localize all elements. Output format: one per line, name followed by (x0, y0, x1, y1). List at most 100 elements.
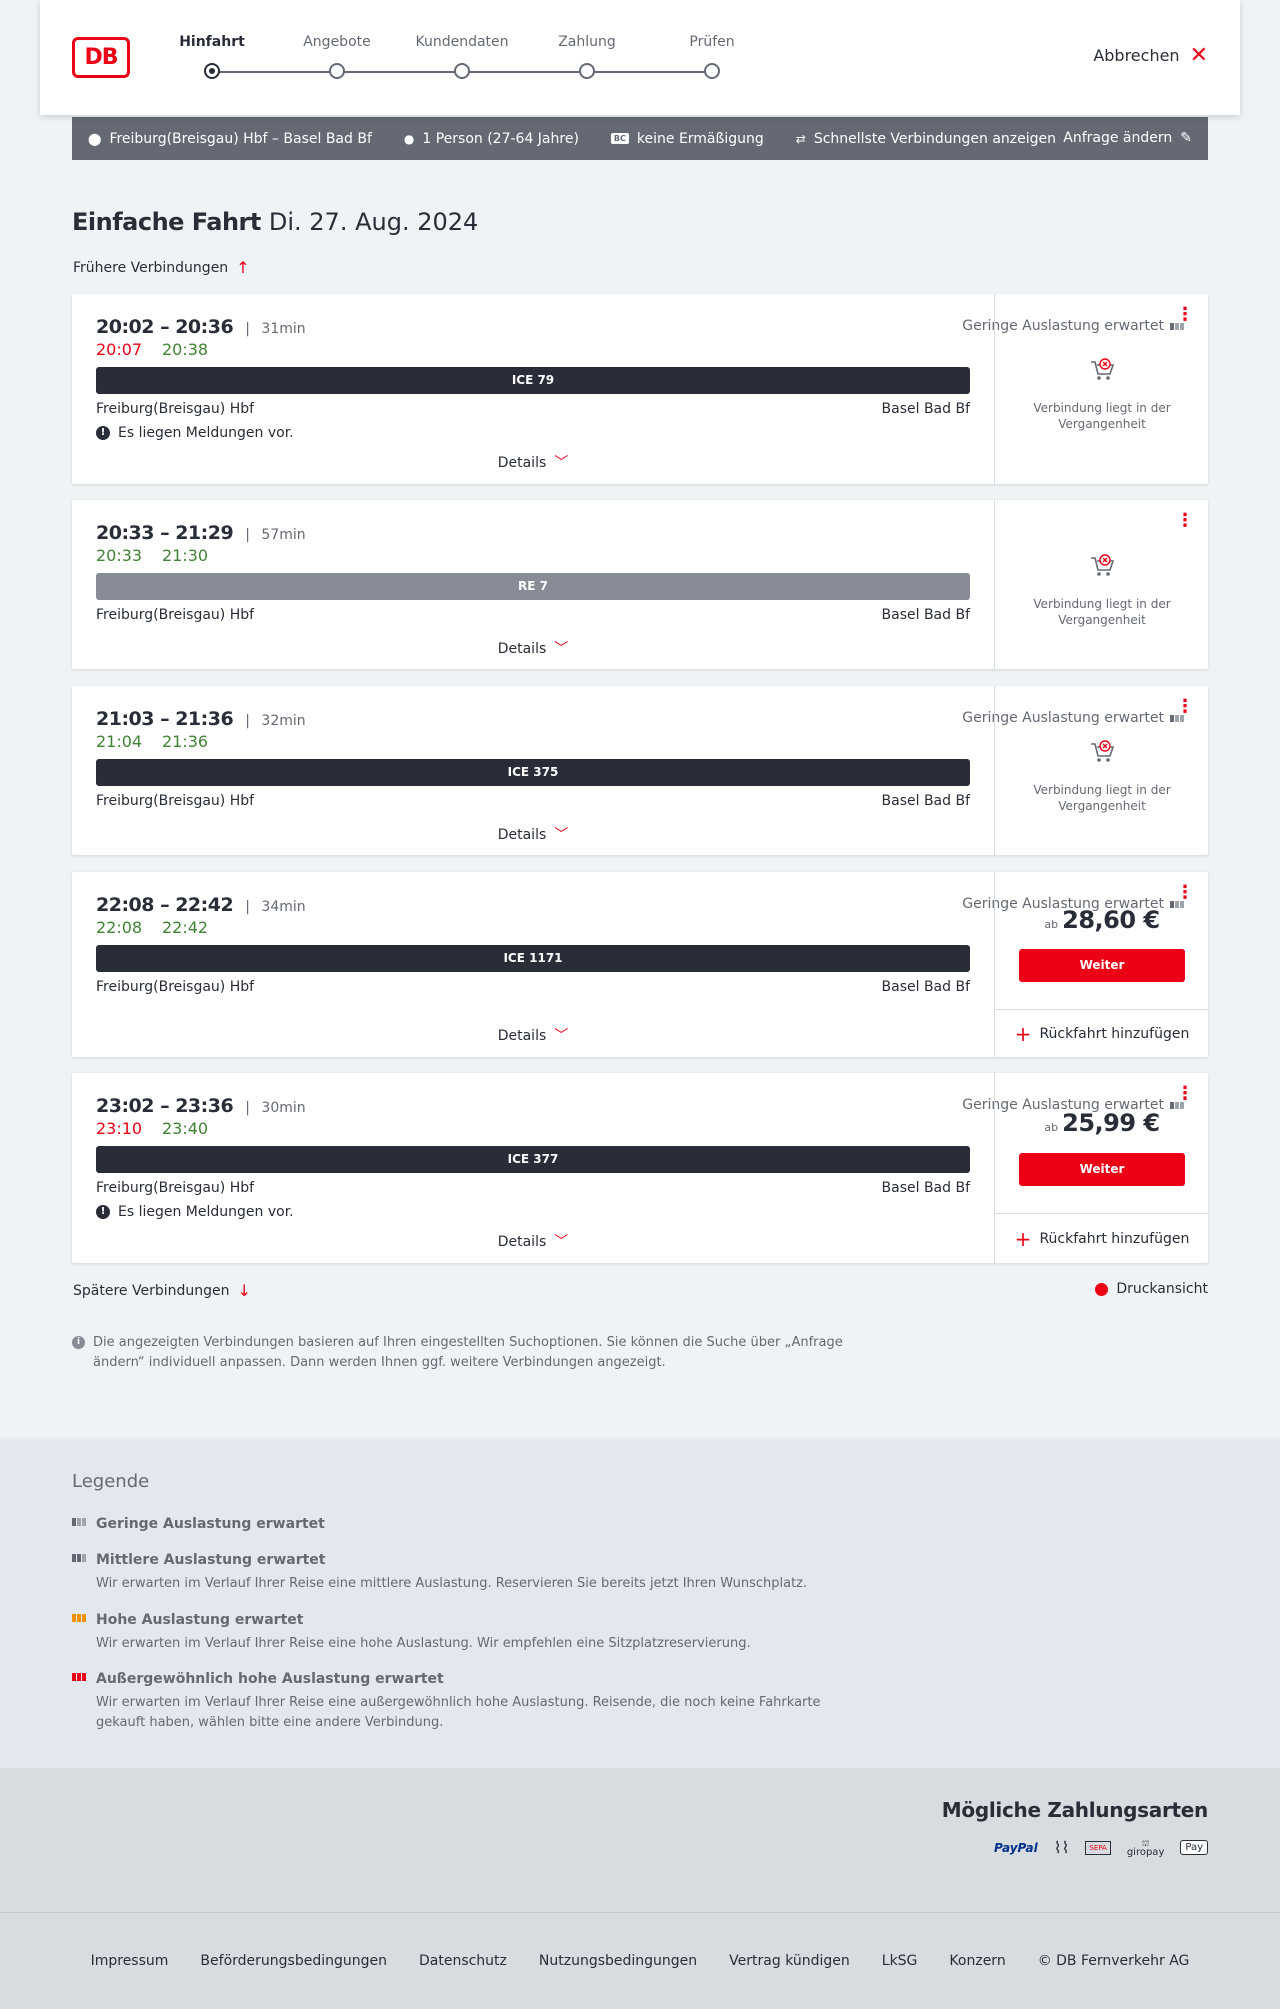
notice-text: Es liegen Meldungen vor. (118, 1204, 294, 1220)
change-query-button[interactable]: Anfrage ändern ✎ (1063, 130, 1192, 146)
more-options-icon[interactable]: ⋮ (1176, 512, 1194, 530)
add-return-label: Rückfahrt hinzufügen (1039, 1025, 1190, 1042)
more-options-icon[interactable]: ⋮ (1176, 698, 1194, 716)
train-bar: ICE 1171 (96, 945, 970, 972)
stations: Freiburg(Breisgau) Hbf Basel Bad Bf (96, 1180, 970, 1196)
occupancy-low-icon (72, 1518, 86, 1526)
footer-link-impressum[interactable]: Impressum (91, 1953, 169, 1969)
destination-station: Basel Bad Bf (881, 607, 970, 623)
train-bar: RE 7 (96, 573, 970, 600)
price-prefix: ab (1044, 1121, 1059, 1134)
legend-item-desc: Wir erwarten im Verlauf Ihrer Reise eine… (96, 1695, 821, 1730)
giropay-icon: ⛫ giropay (1126, 1838, 1165, 1858)
realtime-arrival: 23:40 (162, 1119, 209, 1138)
chevron-down-icon: ﹀ (554, 1028, 569, 1044)
cancel-button[interactable]: Abbrechen ✕ (1093, 44, 1208, 66)
alert-icon: ! (96, 426, 110, 440)
continue-button[interactable]: Weiter (1019, 949, 1185, 982)
origin-station: Freiburg(Breisgau) Hbf (96, 793, 255, 809)
realtime-arrival: 20:38 (162, 340, 209, 359)
realtime-departure: 21:04 (96, 732, 143, 751)
person-icon: ● (403, 131, 415, 146)
continue-button[interactable]: Weiter (1019, 1153, 1185, 1186)
realtime-arrival: 22:42 (162, 918, 209, 937)
db-logo[interactable]: DB (72, 37, 130, 78)
details-label: Details (497, 455, 547, 471)
more-options-icon[interactable]: ⋮ (1176, 306, 1194, 324)
step-dot (329, 63, 345, 79)
destination-station: Basel Bad Bf (881, 979, 970, 995)
header: DB Hinfahrt Angebote Kundendaten Zahlung… (40, 0, 1240, 115)
legend-title: Legende (72, 1471, 150, 1492)
step-zahlung: Zahlung (527, 34, 647, 79)
legend: Legende Geringe Auslastung erwartet Mitt… (0, 1438, 1280, 1768)
origin-station: Freiburg(Breisgau) Hbf (96, 1180, 255, 1196)
connection-times: 22:08 – 22:42 | 34min (96, 894, 306, 916)
connection-times: 21:03 – 21:36 | 32min (96, 708, 306, 730)
realtime-departure: 23:10 (96, 1119, 143, 1138)
connection-card: 21:03 – 21:36 | 32min 21:04 21:36 ICE 375 F… (72, 686, 1208, 855)
price-value: 25,99 € (1062, 1109, 1160, 1137)
origin-station: Freiburg(Breisgau) Hbf (96, 979, 255, 995)
legend-item-title: Mittlere Auslastung erwartet (96, 1552, 326, 1568)
print-label: Druckansicht (1116, 1281, 1208, 1297)
offer-panel: ⋮ Verbindung liegt in der Vergangenheit (994, 686, 1208, 855)
details-label: Details (497, 641, 547, 657)
details-toggle[interactable]: Details ﹀ (72, 638, 994, 658)
earlier-connections-link[interactable]: Frühere Verbindungen ↑ (73, 258, 250, 277)
step-dot (579, 63, 595, 79)
connection-card: 20:33 – 21:29 | 57min 20:33 21:30 RE 7 Frei… (72, 500, 1208, 669)
step-dot (704, 63, 720, 79)
details-toggle[interactable]: Details ﹀ (72, 1231, 994, 1251)
paypal-icon: PayPal (993, 1840, 1038, 1855)
query-fastest: ⇄ Schnellste Verbindungen anzeigen (796, 131, 1056, 147)
footer-link-vertrag-kuendigen[interactable]: Vertrag kündigen (729, 1953, 850, 1969)
offer-panel: ⋮ ab 25,99 € Weiter + Rückfahrt hinzufügen (994, 1073, 1209, 1263)
step-kundendaten: Kundendaten (402, 34, 522, 79)
cart-unavailable-icon (1091, 740, 1115, 762)
info-icon: i (72, 1336, 85, 1349)
footer-link-datenschutz[interactable]: Datenschutz (419, 1953, 507, 1969)
later-connections-link[interactable]: Spätere Verbindungen ↓ (73, 1281, 251, 1300)
train-bar: ICE 79 (96, 367, 970, 394)
footer-link-nutzungsbedingungen[interactable]: Nutzungsbedingungen (539, 1953, 697, 1969)
more-options-icon[interactable]: ⋮ (1176, 884, 1194, 902)
notice: ! Es liegen Meldungen vor. (96, 1204, 970, 1220)
step-angebote: Angebote (277, 34, 397, 79)
footer-link-lksg[interactable]: LkSG (882, 1953, 918, 1969)
add-return-button[interactable]: + Rückfahrt hinzufügen (995, 1009, 1209, 1057)
past-connection-text: Verbindung liegt in der Vergangenheit (1033, 597, 1171, 627)
stations: Freiburg(Breisgau) Hbf Basel Bad Bf (96, 401, 970, 417)
details-toggle[interactable]: Details ﹀ (72, 1025, 994, 1045)
details-toggle[interactable]: Details ﹀ (72, 452, 994, 472)
details-toggle[interactable]: Details ﹀ (72, 824, 994, 844)
occupancy-very-high-icon (72, 1673, 86, 1681)
train-bar: ICE 377 (96, 1146, 970, 1173)
trip-date: Di. 27. Aug. 2024 (268, 208, 479, 236)
train-bar: ICE 375 (96, 759, 970, 786)
earlier-label: Frühere Verbindungen (73, 259, 229, 276)
footer-link-befoerderungsbedingungen[interactable]: Beförderungsbedingungen (200, 1953, 387, 1969)
pencil-icon: ✎ (1180, 130, 1192, 146)
query-bar: ⬤ Freiburg(Breisgau) Hbf – Basel Bad Bf ●… (72, 117, 1208, 160)
add-return-button[interactable]: + Rückfahrt hinzufügen (995, 1213, 1209, 1263)
footer-link-konzern[interactable]: Konzern (949, 1953, 1005, 1969)
legend-item-desc: Wir erwarten im Verlauf Ihrer Reise eine… (96, 1636, 751, 1651)
footer-copyright: © DB Fernverkehr AG (1037, 1953, 1190, 1969)
scheduled-times: 23:02 – 23:36 (96, 1095, 234, 1117)
later-label: Spätere Verbindungen (73, 1282, 230, 1299)
query-discount: BC keine Ermäßigung (610, 131, 764, 147)
destination-station: Basel Bad Bf (881, 401, 970, 417)
legend-item-high: Hohe Auslastung erwartet Wir erwarten im… (72, 1612, 872, 1654)
more-options-icon[interactable]: ⋮ (1176, 1085, 1194, 1103)
add-return-label: Rückfahrt hinzufügen (1039, 1230, 1190, 1247)
query-persons: ● 1 Person (27-64 Jahre) (404, 131, 579, 147)
legend-item-title: Geringe Auslastung erwartet (96, 1516, 325, 1532)
print-view-link[interactable]: Druckansicht (1095, 1281, 1208, 1297)
query-route: ⬤ Freiburg(Breisgau) Hbf – Basel Bad Bf (88, 131, 372, 147)
chevron-down-icon: ﹀ (554, 1234, 569, 1250)
footer: Impressum Beförderungsbedingungen Datens… (0, 1912, 1280, 2009)
progress-steps: Hinfahrt Angebote Kundendaten Zahlung Pr… (179, 0, 782, 115)
duration: 31min (261, 321, 306, 337)
legend-item-low: Geringe Auslastung erwartet (72, 1516, 872, 1532)
